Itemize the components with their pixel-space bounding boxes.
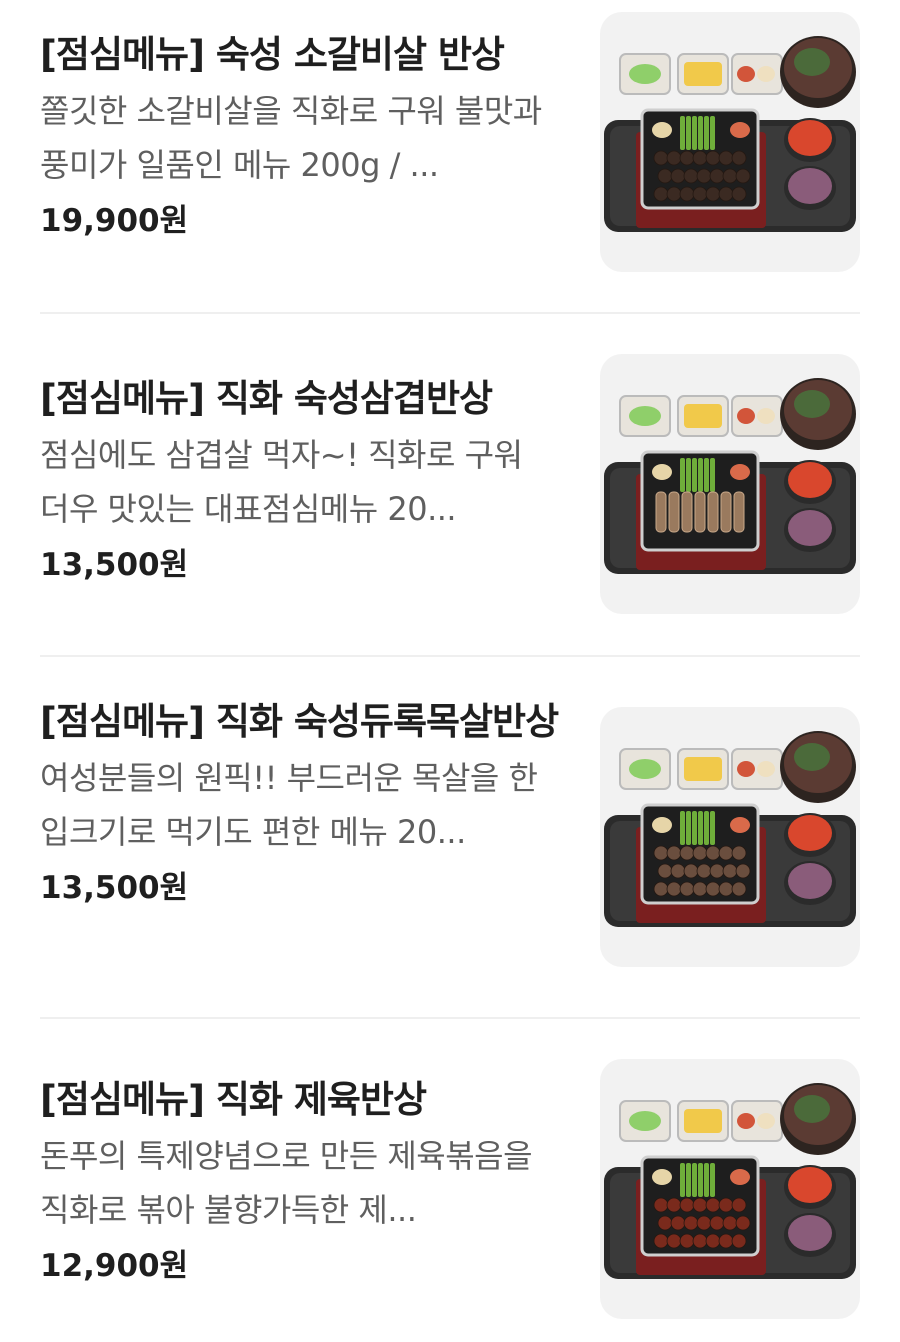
menu-item-price: 12,900원	[40, 1248, 189, 1284]
lunch-set-photo-icon	[604, 36, 856, 232]
menu-item-description: 여성분들의 원픽!! 부드러운 목살을 한입크기로 먹기도 편한 메뉴 20..…	[40, 759, 538, 851]
menu-item-photo[interactable]	[600, 12, 860, 272]
menu-item[interactable]: [점심메뉴] 직화 숙성삼겹반상 점심에도 삼겹살 먹자~! 직화로 구워 더우…	[0, 314, 900, 654]
menu-item-price: 13,500원	[40, 547, 189, 583]
menu-item[interactable]: [점심메뉴] 직화 제육반상 돈푸의 특제양념으로 만든 제육볶음을 직화로 볶…	[0, 1019, 900, 1342]
menu-item-price: 19,900원	[40, 203, 189, 239]
menu-item[interactable]: [점심메뉴] 직화 숙성듀록목살반상 여성분들의 원픽!! 부드러운 목살을 한…	[0, 657, 900, 1017]
menu-item-text: [점심메뉴] 직화 숙성삼겹반상 점심에도 삼겹살 먹자~! 직화로 구워 더우…	[40, 370, 560, 590]
menu-item-photo[interactable]	[600, 354, 860, 614]
menu-item-photo[interactable]	[600, 1059, 860, 1319]
menu-item-title: [점심메뉴] 숙성 소갈비살 반상	[40, 33, 505, 76]
menu-item[interactable]: [점심메뉴] 숙성 소갈비살 반상 쫄깃한 소갈비살을 직화로 구워 불맛과 풍…	[0, 0, 900, 300]
lunch-set-photo-icon	[604, 1083, 856, 1279]
lunch-set-photo-icon	[604, 378, 856, 574]
menu-item-title: [점심메뉴] 직화 제육반상	[40, 1078, 427, 1121]
menu-item-description: 쫄깃한 소갈비살을 직화로 구워 불맛과 풍미가 일품인 메뉴 200g / .…	[40, 92, 542, 184]
menu-item-price: 13,500원	[40, 870, 189, 906]
menu-item-text: [점심메뉴] 직화 제육반상 돈푸의 특제양념으로 만든 제육볶음을 직화로 볶…	[40, 1071, 560, 1291]
menu-item-title: [점심메뉴] 직화 숙성듀록목살반상	[40, 700, 559, 743]
menu-item-description: 돈푸의 특제양념으로 만든 제육볶음을 직화로 볶아 불향가득한 제...	[40, 1137, 533, 1229]
menu-item-title: [점심메뉴] 직화 숙성삼겹반상	[40, 377, 493, 420]
menu-item-description: 점심에도 삼겹살 먹자~! 직화로 구워 더우 맛있는 대표점심메뉴 20...	[40, 436, 523, 528]
lunch-set-photo-icon	[604, 731, 856, 927]
menu-item-text: [점심메뉴] 직화 숙성듀록목살반상 여성분들의 원픽!! 부드러운 목살을 한…	[40, 693, 560, 913]
menu-item-photo[interactable]	[600, 707, 860, 967]
menu-item-text: [점심메뉴] 숙성 소갈비살 반상 쫄깃한 소갈비살을 직화로 구워 불맛과 풍…	[40, 26, 560, 246]
